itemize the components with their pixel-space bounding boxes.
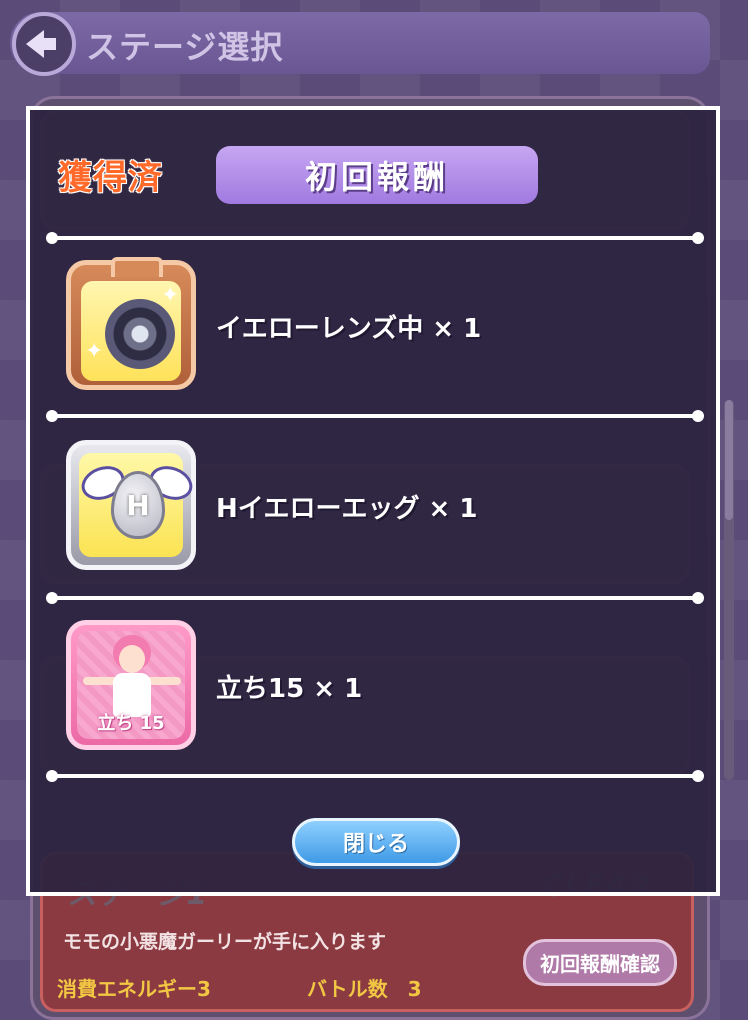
yellow-lens-camera-icon: ✦ ✦ [66,257,196,390]
reward-name: イエローレンズ中 × 1 [216,314,482,344]
battle-count: バトル数 3 [307,977,422,1001]
divider [46,592,704,604]
reward-name: Hイエローエッグ × 1 [216,494,478,524]
close-button[interactable]: 閉じる [292,818,460,866]
sparkle-icon: ✦ [161,283,180,308]
first-reward-modal: 獲得済 初回報酬 ✦ ✦ イエローレンズ中 × 1 H Hイエローエッグ × 1 [26,106,720,896]
reward-item: ✦ ✦ イエローレンズ中 × 1 [66,257,686,400]
pose-card-icon: 立ち 15 [66,620,196,750]
winged-egg-icon: H [66,440,198,570]
stage-description: モモの小悪魔ガーリーが手に入ります [63,931,387,953]
energy-cost: 消費エネルギー3 [57,977,211,1001]
pose-icon-label: 立ち 15 [97,713,165,734]
reward-name: 立ち15 × 1 [216,674,363,704]
divider [46,410,704,422]
scrollbar[interactable] [724,400,734,780]
back-button[interactable] [12,12,76,76]
scrollbar-thumb[interactable] [725,400,733,520]
first-reward-check-button[interactable]: 初回報酬確認 [523,939,677,986]
divider [46,770,704,782]
screen-title: ステージ選択 [86,28,284,66]
reward-item: H Hイエローエッグ × 1 [66,440,686,580]
acquired-label: 獲得済 [58,158,163,198]
modal-title: 初回報酬 [216,146,538,204]
reward-item: 立ち 15 立ち15 × 1 [66,620,686,760]
sparkle-icon: ✦ [85,339,104,364]
divider [46,232,704,244]
